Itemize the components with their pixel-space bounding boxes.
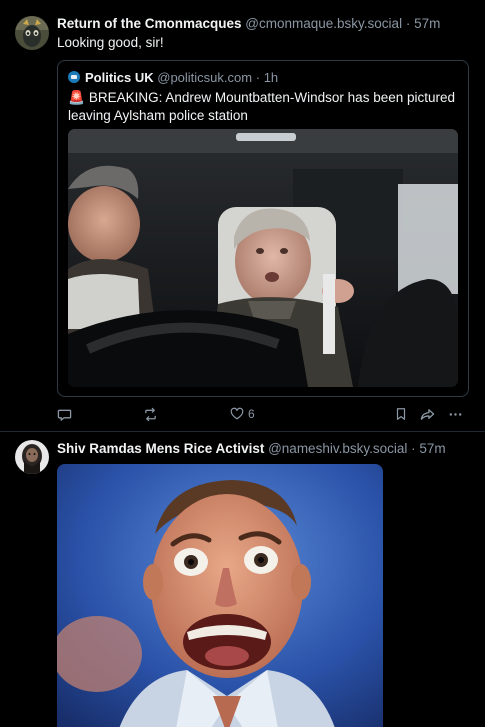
author-name[interactable]: Return of the Cmonmacques (57, 16, 242, 31)
author-handle[interactable]: @nameshiv.bsky.social (268, 441, 407, 456)
author-handle[interactable]: @cmonmaque.bsky.social (245, 16, 402, 31)
author-name[interactable]: Shiv Ramdas Mens Rice Activist (57, 441, 264, 456)
separator: · (255, 70, 261, 85)
separator: · (405, 16, 411, 31)
feed-post[interactable]: Shiv Ramdas Mens Rice Activist @nameshiv… (0, 432, 485, 727)
like-count: 6 (248, 407, 255, 421)
reply-icon (57, 409, 72, 421)
quoted-post-body: BREAKING: Andrew Mountbatten-Windsor has… (68, 90, 455, 123)
avatar[interactable] (15, 440, 49, 474)
bookmark-button[interactable] (394, 407, 408, 421)
repost-button[interactable] (143, 407, 158, 422)
feed-post[interactable]: Return of the Cmonmacques @cmonmaque.bsk… (0, 0, 485, 432)
quoted-author-handle[interactable]: @politicsuk.com (157, 70, 252, 85)
repost-icon (145, 407, 156, 421)
quoted-post-header: Politics UK @politicsuk.com · 1h (68, 70, 278, 86)
quoted-post[interactable]: Politics UK @politicsuk.com · 1h 🚨 BREAKI… (57, 60, 469, 397)
siren-icon: 🚨 (68, 90, 85, 105)
separator: · (411, 441, 416, 456)
post-actions: 6 (57, 404, 470, 424)
post-header: Shiv Ramdas Mens Rice Activist @nameshiv… (57, 440, 475, 457)
reply-button[interactable] (57, 407, 72, 422)
share-button[interactable] (420, 407, 435, 422)
share-icon (420, 408, 435, 420)
post-time[interactable]: 57m (419, 441, 445, 456)
post-text: Looking good, sir! (57, 35, 164, 50)
post-image[interactable] (57, 464, 383, 727)
like-icon (230, 407, 244, 420)
quoted-author-name[interactable]: Politics UK (85, 70, 154, 85)
avatar[interactable] (15, 16, 49, 50)
like-button[interactable]: 6 (230, 407, 255, 421)
quoted-avatar (68, 71, 80, 83)
more-options-button[interactable] (448, 407, 463, 422)
quoted-post-time: 1h (263, 70, 279, 85)
feed: Return of the Cmonmacques @cmonmaque.bsk… (0, 0, 485, 727)
quoted-post-text: 🚨 BREAKING: Andrew Mountbatten-Windsor ha… (68, 89, 460, 125)
quoted-post-image[interactable] (68, 129, 458, 387)
post-header: Return of the Cmonmacques @cmonmaque.bsk… (57, 15, 475, 32)
post-time[interactable]: 57m (414, 16, 440, 31)
bookmark-icon (396, 408, 406, 420)
more-icon (449, 412, 462, 416)
